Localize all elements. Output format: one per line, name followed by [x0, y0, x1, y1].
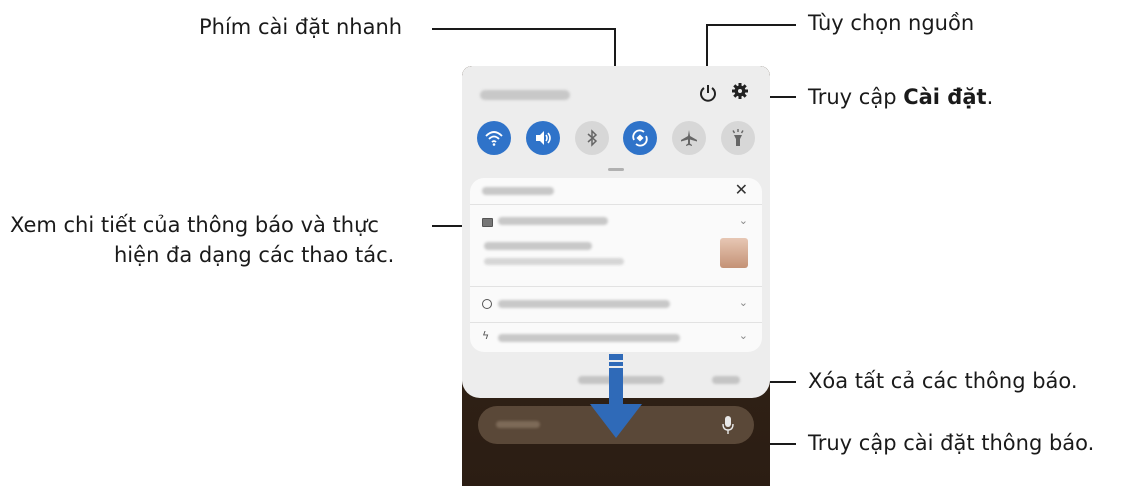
notification-thumbnail — [720, 238, 748, 268]
swipe-down-arrow-icon — [586, 354, 646, 454]
leader-details-h — [432, 225, 462, 227]
leader-quick-settings-h — [432, 28, 616, 30]
power-options-callout: Tùy chọn nguồn — [808, 11, 975, 35]
chevron-down-icon[interactable]: ⌄ — [739, 329, 748, 342]
gear-icon[interactable] — [730, 81, 750, 106]
wifi-icon[interactable] — [477, 121, 512, 155]
bluetooth-icon[interactable] — [574, 121, 609, 155]
sound-icon[interactable] — [525, 121, 560, 155]
notification-list: ✕ ⌄ ⌄ ϟ ⌄ — [470, 178, 762, 352]
flashlight-icon[interactable] — [720, 121, 755, 155]
notification-panel: ✕ ⌄ ⌄ ϟ ⌄ — [462, 66, 770, 398]
image-icon — [482, 218, 493, 227]
clear-all-button-blurred[interactable] — [712, 376, 740, 384]
access-settings-prefix: Truy cập — [808, 85, 904, 109]
notification-item-collapsed[interactable]: ⌄ — [470, 286, 762, 323]
close-icon[interactable]: ✕ — [735, 180, 748, 199]
panel-handle[interactable] — [608, 168, 624, 171]
lightning-icon: ϟ — [482, 329, 490, 342]
notification-header-blurred — [482, 187, 554, 195]
leader-power-h — [706, 24, 796, 26]
mic-icon[interactable] — [722, 416, 734, 438]
notification-header-row: ✕ — [470, 178, 762, 205]
search-placeholder-blurred — [496, 421, 540, 428]
notification-item-collapsed[interactable]: ϟ ⌄ — [470, 322, 762, 352]
notification-title-blurred — [498, 217, 608, 225]
notification-item-expanded[interactable]: ⌄ — [470, 204, 762, 287]
access-settings-suffix: . — [986, 85, 994, 109]
auto-rotate-icon[interactable] — [623, 121, 658, 155]
notification-body-blurred-2 — [484, 258, 624, 265]
notification-details-callout-line2: hiện đa dạng các thao tác. — [114, 243, 395, 267]
clear-all-callout: Xóa tất cả các thông báo. — [808, 369, 1078, 393]
phone-screen: ✕ ⌄ ⌄ ϟ ⌄ — [462, 66, 770, 486]
chevron-down-icon[interactable]: ⌄ — [739, 296, 748, 309]
notification-body-blurred-1 — [484, 242, 592, 250]
quick-settings-callout: Phím cài đặt nhanh — [199, 15, 403, 39]
status-date-blurred — [480, 90, 570, 100]
notification-summary-blurred — [498, 300, 670, 308]
notification-settings-callout: Truy cập cài đặt thông báo. — [808, 431, 1095, 455]
access-settings-callout: Truy cập Cài đặt. — [808, 82, 993, 112]
chevron-down-icon[interactable]: ⌄ — [739, 214, 748, 227]
quick-settings-bar — [470, 114, 762, 162]
access-settings-bold: Cài đặt — [903, 85, 987, 109]
notification-details-callout-line1: Xem chi tiết của thông báo và thực — [10, 213, 379, 237]
power-icon[interactable] — [698, 83, 718, 108]
notification-summary-blurred — [498, 334, 680, 342]
app-icon — [482, 299, 492, 309]
airplane-icon[interactable] — [671, 121, 706, 155]
